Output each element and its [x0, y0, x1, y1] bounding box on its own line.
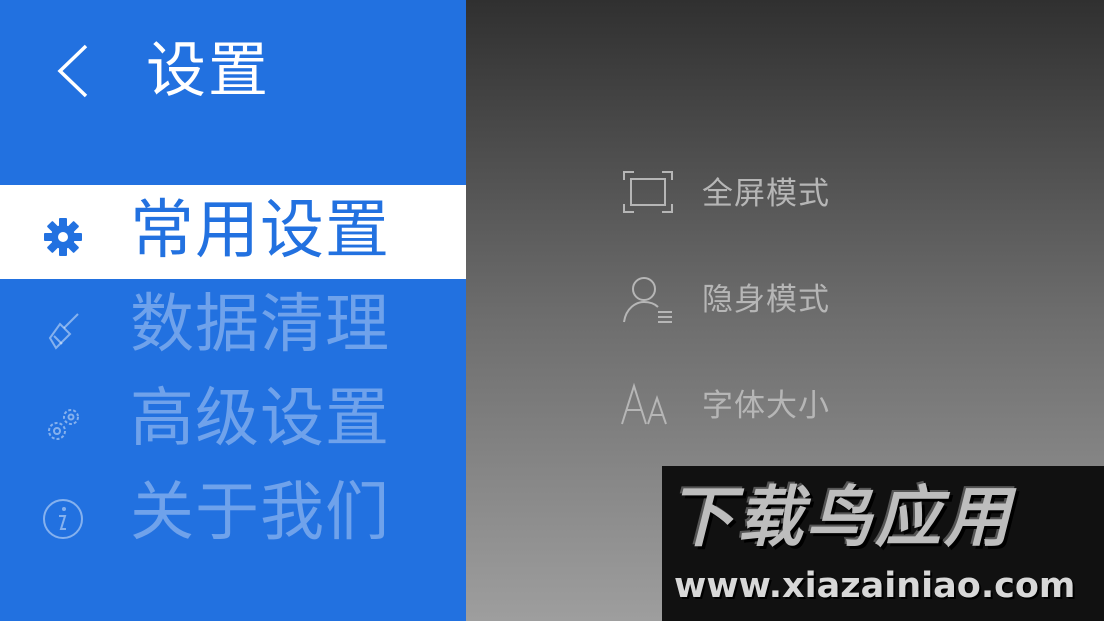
sidebar-item-advanced-settings[interactable]: 高级设置 [0, 373, 466, 467]
option-label: 字体大小 [702, 388, 830, 424]
font-size-icon [621, 382, 667, 425]
sidebar-item-label: 数据清理 [130, 288, 390, 362]
sidebar: 设置 常用设置 数据清理 高级设置 关于我们 [0, 0, 473, 621]
option-font-size[interactable]: 字体大小 [620, 378, 920, 434]
watermark-url: www.xiazainiao.com [674, 566, 1076, 606]
option-label: 隐身模式 [702, 282, 830, 318]
chevron-left-icon [57, 44, 88, 98]
back-button[interactable] [50, 38, 100, 104]
incognito-user-icon [623, 277, 672, 323]
watermark-logo: 下载鸟应用 www.xiazainiao.com [662, 466, 1104, 621]
watermark-title: 下载鸟应用 [668, 479, 1013, 556]
fullscreen-icon [623, 171, 673, 213]
option-fullscreen-mode[interactable]: 全屏模式 [620, 166, 920, 222]
broom-icon [48, 313, 79, 350]
info-icon [43, 499, 83, 539]
sidebar-item-label: 关于我们 [130, 476, 390, 550]
sidebar-item-general-settings[interactable]: 常用设置 [0, 185, 473, 279]
sidebar-item-label: 常用设置 [130, 194, 390, 268]
gear-icon [44, 218, 82, 256]
sidebar-item-about-us[interactable]: 关于我们 [0, 467, 466, 561]
sidebar-item-data-cleanup[interactable]: 数据清理 [0, 279, 466, 373]
page-title: 设置 [146, 36, 270, 106]
sidebar-item-label: 高级设置 [130, 382, 390, 456]
option-incognito-mode[interactable]: 隐身模式 [620, 272, 920, 328]
option-label: 全屏模式 [702, 176, 830, 212]
gears-icon [48, 409, 79, 440]
